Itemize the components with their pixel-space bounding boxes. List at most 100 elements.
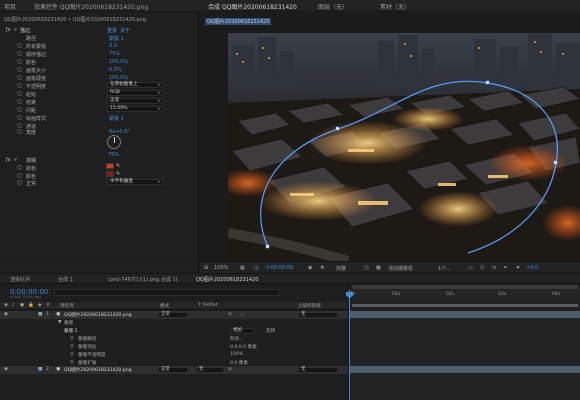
- stopwatch-icon[interactable]: ◷: [70, 336, 74, 341]
- chevron-down-icon[interactable]: ▼: [14, 157, 17, 162]
- stopwatch-icon[interactable]: [17, 75, 22, 80]
- channel-dropdown[interactable]: RGB: [107, 90, 163, 96]
- table-row[interactable]: ◉ ■ 2 ▣ QQ图片20200618231420.png 正常 无 ◎ 无: [0, 366, 348, 374]
- transparency-icon[interactable]: ▩: [376, 265, 381, 271]
- param-row-color-c[interactable]: 颜色: [0, 172, 199, 180]
- trkmat-dropdown[interactable]: 无: [196, 367, 224, 373]
- playhead[interactable]: [349, 290, 350, 400]
- tab-project[interactable]: 项目: [4, 2, 16, 11]
- tab-effect-controls[interactable]: 效果控件 QQ图片20200618231420.png: [34, 2, 148, 11]
- param-value[interactable]: 0.0%: [109, 67, 122, 73]
- stopwatch-icon[interactable]: [17, 43, 22, 48]
- time-navigator[interactable]: [352, 285, 578, 289]
- param-row-brush-hardness[interactable]: 画笔硬度 100.0%: [0, 74, 199, 82]
- views-dropdown[interactable]: 1个...: [438, 265, 451, 272]
- timeline-link-icon[interactable]: ⇆: [492, 265, 496, 271]
- magnifier-icon[interactable]: ⊞: [204, 265, 208, 271]
- mask-prop-row[interactable]: ◷ 蒙版羽化 0.0,0.0 像素: [0, 343, 348, 351]
- layer-parent-dropdown[interactable]: 无: [298, 312, 338, 318]
- param-row-blend[interactable]: 正常 水平和垂直: [0, 179, 199, 187]
- layout-icon[interactable]: ▭: [468, 265, 473, 271]
- layer-duration-bar[interactable]: [349, 311, 580, 318]
- trkmat-header[interactable]: T TrkMat: [198, 303, 218, 308]
- composition-name-chip[interactable]: QQ图片20200618231420: [205, 18, 272, 25]
- parent-header[interactable]: 父级和链接: [298, 303, 321, 309]
- stopwatch-icon[interactable]: [17, 165, 22, 170]
- blend-direction-dropdown[interactable]: 水平和垂直: [107, 179, 163, 185]
- fx-toggle-icon[interactable]: ƒx: [6, 27, 11, 33]
- tab-composition[interactable]: 合成 QQ图片20200618231420: [208, 2, 297, 14]
- param-row-paint-style[interactable]: 绘画样式 蒙版 1: [0, 114, 199, 122]
- mask-vertex[interactable]: [485, 80, 490, 85]
- mask-row[interactable]: 蒙版 1 相加 反转: [0, 327, 348, 335]
- flowchart-icon[interactable]: ⌗: [504, 265, 507, 271]
- fx-toggle-icon[interactable]: ƒx: [6, 157, 11, 163]
- blend-dropdown[interactable]: 正常: [107, 98, 163, 104]
- eye-icon[interactable]: ◉: [4, 312, 8, 317]
- stopwatch-icon[interactable]: ◷: [70, 344, 74, 349]
- param-value[interactable]: 蒙版 1: [109, 35, 124, 42]
- snapshot-icon[interactable]: ◉: [308, 265, 312, 271]
- composition-canvas[interactable]: [228, 33, 580, 261]
- stopwatch-icon[interactable]: [17, 99, 22, 104]
- layer-parent-dropdown[interactable]: 无: [298, 367, 338, 373]
- param-row-sequential[interactable]: 顺序描边 75%: [0, 50, 199, 58]
- camera-dropdown[interactable]: 活动摄像机: [388, 265, 413, 272]
- mask-prop-row[interactable]: ◷ 蒙版不透明度 100%: [0, 351, 348, 359]
- tab-layer[interactable]: 图层（无）: [318, 2, 348, 11]
- param-row-color-b[interactable]: 颜色: [0, 164, 199, 172]
- paint-style-dropdown[interactable]: 在原始图像上: [107, 82, 163, 88]
- param-value[interactable]: 蒙版 1: [109, 115, 124, 122]
- channel-icon[interactable]: ☸: [320, 265, 324, 271]
- param-row-color[interactable]: 颜色 100.0%: [0, 58, 199, 66]
- eye-icon[interactable]: ◉: [4, 367, 8, 372]
- pick-whip-icon[interactable]: ◎: [228, 312, 232, 317]
- 3d-icon[interactable]: ⬡: [480, 265, 484, 271]
- mask-prop-value[interactable]: 形状...: [230, 336, 244, 342]
- exposure-value[interactable]: +0.0: [526, 265, 538, 271]
- timecode-display[interactable]: 0:00:00:00: [266, 265, 293, 271]
- region-icon[interactable]: ◳: [364, 265, 369, 271]
- stopwatch-icon[interactable]: [17, 83, 22, 88]
- stopwatch-icon[interactable]: [17, 180, 22, 185]
- stopwatch-icon[interactable]: [17, 115, 22, 120]
- chevron-down-icon[interactable]: ▼: [58, 320, 62, 325]
- grid-icon[interactable]: ▦: [240, 265, 245, 271]
- zoom-dropdown[interactable]: 100%: [214, 265, 228, 271]
- layer-duration-bar[interactable]: [349, 366, 580, 373]
- mask-prop-value[interactable]: 100%: [230, 352, 243, 357]
- table-row[interactable]: ◉ ■ 1 ▣ QQ图片20200618231420.png 正常 ◎ ／ 无: [0, 311, 348, 319]
- mask-name[interactable]: 蒙版 1: [64, 328, 78, 334]
- stopwatch-icon[interactable]: [17, 91, 22, 96]
- mask-invert-label[interactable]: 反转: [266, 328, 275, 334]
- layer-name[interactable]: QQ图片20200618231420.png: [64, 312, 132, 318]
- tab-render-queue[interactable]: 渲染队列: [10, 276, 30, 283]
- chevron-down-icon[interactable]: ▼: [14, 27, 17, 32]
- layer-mode-dropdown[interactable]: 正常: [158, 312, 188, 318]
- spacing-dropdown[interactable]: 15.00%: [107, 106, 163, 112]
- mask-vertex[interactable]: [335, 126, 340, 131]
- param-value[interactable]: 100.0%: [109, 75, 128, 81]
- label-color-icon[interactable]: ■: [38, 367, 42, 372]
- tab-footage[interactable]: 素材（无）: [380, 2, 410, 11]
- param-row-angle[interactable]: 角度 0x+0.0°: [0, 128, 199, 136]
- mask-visibility-icon[interactable]: ◫: [254, 265, 259, 271]
- angle-dial-icon[interactable]: [107, 135, 121, 149]
- reset-link[interactable]: 重置: [107, 27, 117, 34]
- mask-vertex[interactable]: [553, 160, 558, 165]
- stopwatch-icon[interactable]: ◷: [70, 360, 74, 365]
- tab-comp-1[interactable]: 合成 1: [58, 276, 73, 283]
- stopwatch-icon[interactable]: [17, 67, 22, 72]
- param-row-all-masks[interactable]: 所有蒙版 3.0: [0, 42, 199, 50]
- mode-header[interactable]: 模式: [160, 303, 169, 309]
- source-name-header[interactable]: 源名称: [60, 303, 74, 309]
- work-area-bar[interactable]: [352, 304, 578, 307]
- fx-switch-icon[interactable]: ／: [240, 312, 245, 318]
- stopwatch-icon[interactable]: [17, 51, 22, 56]
- param-value[interactable]: 3.0: [109, 43, 117, 49]
- label-color-icon[interactable]: ■: [38, 312, 42, 317]
- layer-name[interactable]: QQ图片20200618231420.png: [64, 367, 132, 373]
- tab-comp-3[interactable]: QQ图片20200618231420: [196, 276, 259, 285]
- param-row-path[interactable]: 路径 蒙版 1: [0, 34, 199, 42]
- param-row-color-a[interactable]: ƒx ▼ 模糊: [0, 156, 199, 164]
